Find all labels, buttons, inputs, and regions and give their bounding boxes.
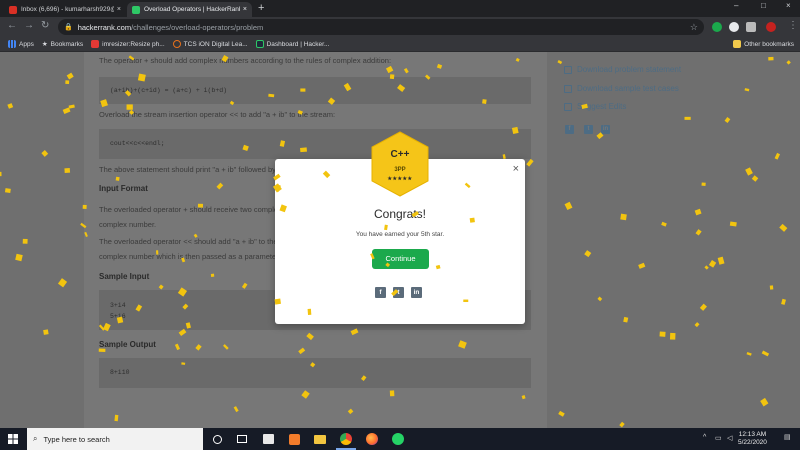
tcs-icon (172, 40, 181, 48)
notifications-icon[interactable]: ▤ (784, 433, 791, 441)
twitter-icon[interactable]: t (584, 125, 593, 134)
windows-start-icon[interactable] (8, 434, 18, 444)
facebook-share-icon[interactable]: f (375, 287, 386, 298)
close-icon[interactable]: × (513, 163, 519, 175)
code-block: cout<<c<<endl; (99, 129, 531, 159)
xampp-icon[interactable] (286, 431, 302, 447)
bookmark-tcs[interactable]: TCS iON Digital Lea... (172, 40, 248, 48)
grammarly-icon[interactable] (712, 22, 722, 32)
close-tab-icon[interactable]: × (117, 6, 121, 13)
problem-text: Overload the stream insertion operator <… (99, 110, 336, 119)
download-statement-link[interactable]: Download problem statement (564, 65, 681, 74)
browser-toolbar: ← → ↻ 🔒 hackerrank.com/challenges/overlo… (0, 17, 800, 37)
hexagon-badge-icon (371, 131, 429, 197)
back-icon[interactable]: ← (7, 20, 17, 31)
extension-icon[interactable] (746, 22, 756, 32)
input-format-heading: Input Format (99, 184, 148, 193)
tab-inbox[interactable]: Inbox (6,696) - kumarharsh929@... × (4, 2, 126, 17)
download-icon (564, 84, 572, 93)
link-label: Suggest Edits (577, 102, 627, 111)
browser-tab-bar: Inbox (6,696) - kumarharsh929@... × Over… (0, 0, 800, 17)
edit-icon (564, 102, 572, 111)
maximize-button[interactable]: □ (761, 1, 766, 10)
modal-title: Congrats! (373, 207, 427, 221)
bookmark-hackerrank[interactable]: Dashboard | Hacker... (255, 40, 330, 48)
search-placeholder: Type here to search (43, 434, 110, 444)
link-label: Download sample test cases (577, 84, 679, 93)
windows-taskbar: ⌕ Type here to search ^ ▭ ◁ 12:13 AM 5/2… (0, 428, 800, 450)
chrome-icon[interactable] (336, 431, 356, 450)
close-tab-icon[interactable]: × (243, 6, 247, 13)
linkedin-share-icon[interactable]: in (411, 287, 422, 298)
hackerrank-icon (255, 40, 264, 48)
volume-icon[interactable]: ◁ (727, 434, 732, 442)
modal-subtitle: You have earned your 5th star. (355, 231, 445, 238)
problem-text: complex number. (99, 220, 157, 229)
badge-language: C++ (390, 149, 410, 160)
bookmark-label: Bookmarks (50, 40, 84, 48)
sample-output-heading: Sample Output (99, 340, 156, 349)
twitter-share-icon[interactable]: t (393, 287, 404, 298)
tab-title: Inbox (6,696) - kumarharsh929@... (21, 6, 114, 13)
tab-title: Overload Operators | HackerRank (144, 6, 240, 13)
bookmark-label: Other bookmarks (744, 40, 794, 48)
search-icon: ⌕ (33, 434, 38, 443)
network-icon[interactable]: ▭ (715, 434, 722, 442)
download-testcases-link[interactable]: Download sample test cases (564, 84, 679, 93)
bookmark-apps[interactable]: Apps (8, 40, 34, 48)
url-host: hackerrank.com (77, 22, 132, 32)
bookmark-label: Dashboard | Hacker... (266, 40, 330, 48)
code-block: (a+ib)+(c+id) = (a+c) + i(b+d) (99, 77, 531, 104)
apps-grid-icon (8, 40, 16, 48)
bookmark-star-icon[interactable]: ☆ (690, 22, 698, 33)
close-window-button[interactable]: × (786, 1, 791, 10)
badge-stars: ★★★★★ (387, 176, 413, 182)
problem-text: The operator + should add complex number… (99, 56, 392, 65)
clock-date: 5/22/2020 (738, 439, 767, 446)
continue-button[interactable]: Continue (372, 249, 429, 269)
whatsapp-icon[interactable] (390, 431, 406, 447)
bookmark-label: TCS iON Digital Lea... (183, 40, 248, 48)
bookmark-bookmarks[interactable]: ★ Bookmarks (41, 40, 84, 49)
cpp-star-badge: C++ 3PP ★★★★★ (370, 131, 430, 202)
imresizer-icon (91, 40, 100, 48)
taskbar-clock[interactable]: 12:13 AM 5/22/2020 (738, 431, 767, 447)
reload-icon[interactable]: ↻ (41, 20, 49, 31)
gmail-icon (9, 5, 17, 14)
menu-icon[interactable]: ⋮ (788, 20, 798, 31)
store-icon[interactable] (260, 431, 276, 447)
new-tab-button[interactable]: + (258, 2, 264, 14)
linkedin-icon[interactable]: in (601, 125, 610, 134)
clock-time: 12:13 AM (738, 431, 767, 438)
folder-icon (733, 40, 742, 48)
bookmarks-bar: Apps ★ Bookmarks imresizer:Resize ph... … (0, 37, 800, 52)
sample-output-block: 8+i10 (99, 358, 531, 388)
taskbar-search-box[interactable]: ⌕ Type here to search (27, 428, 203, 450)
suggest-edits-link[interactable]: Suggest Edits (564, 102, 626, 111)
forward-icon[interactable]: → (24, 20, 34, 31)
hackerrank-icon (132, 5, 140, 14)
firefox-icon[interactable] (364, 431, 380, 447)
star-icon: ★ (41, 41, 48, 48)
cortana-icon[interactable] (209, 431, 225, 447)
lock-icon: 🔒 (64, 24, 73, 31)
download-icon (564, 65, 572, 74)
sample-input-heading: Sample Input (99, 272, 150, 281)
task-view-icon[interactable] (234, 431, 250, 447)
tab-overload-operators[interactable]: Overload Operators | HackerRank × (127, 2, 252, 17)
link-label: Download problem statement (577, 65, 682, 74)
bookmark-label: imresizer:Resize ph... (102, 40, 165, 48)
url-path: /challenges/overload-operators/problem (131, 22, 264, 32)
file-explorer-icon[interactable] (312, 431, 328, 447)
bookmark-label: Apps (19, 40, 34, 48)
other-bookmarks[interactable]: Other bookmarks (733, 40, 794, 48)
profile-avatar[interactable] (766, 22, 776, 32)
address-bar[interactable]: 🔒 hackerrank.com/challenges/overload-ope… (58, 19, 704, 35)
facebook-icon[interactable]: f (565, 125, 574, 134)
bookmark-imresizer[interactable]: imresizer:Resize ph... (91, 40, 165, 48)
extension-icon[interactable] (729, 22, 739, 32)
minimize-button[interactable]: – (734, 1, 738, 10)
badge-points: 3PP (394, 167, 406, 173)
tray-chevron-icon[interactable]: ^ (703, 434, 706, 441)
